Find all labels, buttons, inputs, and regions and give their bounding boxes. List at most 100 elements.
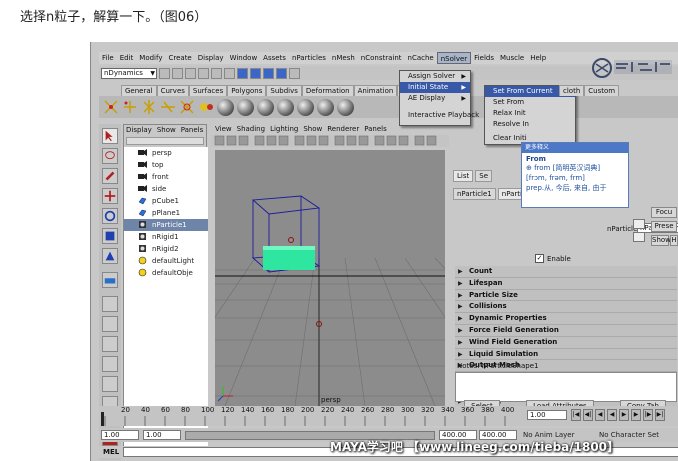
play-back-icon[interactable]: ◀ xyxy=(607,409,617,421)
nsolver-item-initial-state[interactable]: Initial State ▶ xyxy=(400,82,470,93)
popup-header[interactable]: 更多释义 xyxy=(522,143,628,153)
outliner-menu-panels[interactable]: Panels xyxy=(181,125,204,136)
constraint-icon[interactable] xyxy=(179,99,195,115)
nsolver-item-interactive-playback[interactable]: Interactive Playback xyxy=(400,110,479,121)
layout-hypershade-icon[interactable] xyxy=(102,376,118,392)
ae-section-dynamic-properties[interactable]: Dynamic Properties xyxy=(455,313,677,325)
menu-nsolver[interactable]: nSolver xyxy=(436,52,472,64)
output-connection-icon[interactable] xyxy=(633,232,645,242)
shelf-tab-curves[interactable]: Curves xyxy=(156,85,189,96)
open-scene-icon[interactable] xyxy=(172,67,183,79)
outliner-item-nrigid1[interactable]: nRigid1 xyxy=(124,231,208,243)
hide-button[interactable]: H xyxy=(670,235,678,246)
outliner-item-top[interactable]: top xyxy=(124,159,208,171)
shelf-tab-subdivs[interactable]: Subdivs xyxy=(266,85,302,96)
outliner-item-pcube1[interactable]: pCube1 xyxy=(124,195,208,207)
viewport-menu-show[interactable]: Show xyxy=(303,124,322,135)
collider-icon[interactable] xyxy=(160,99,176,115)
sphere-2-icon[interactable] xyxy=(237,98,254,116)
menu-help[interactable]: Help xyxy=(527,52,549,64)
menu-window[interactable]: Window xyxy=(227,52,261,64)
ae-section-force-field-generation[interactable]: Force Field Generation xyxy=(455,325,677,337)
ae-section-liquid-simulation[interactable]: Liquid Simulation xyxy=(455,349,677,361)
viewport-menu-view[interactable]: View xyxy=(215,124,232,135)
ae-section-collisions[interactable]: Collisions xyxy=(455,301,677,314)
emitter-icon[interactable] xyxy=(122,99,138,115)
outliner-item-front[interactable]: front xyxy=(124,171,208,183)
step-back-icon[interactable]: ◀ xyxy=(595,409,605,421)
shelf-tab-general[interactable]: General xyxy=(121,85,157,96)
outliner-item-nrigid2[interactable]: nRigid2 xyxy=(124,243,208,255)
paint-select-icon[interactable] xyxy=(102,168,118,184)
nsolver-item-ae-display[interactable]: AE Display ▶ xyxy=(400,93,470,104)
outliner-item-pplane1[interactable]: pPlane1 xyxy=(124,207,208,219)
initial-state-item-resolve-in[interactable]: Resolve In xyxy=(485,119,575,130)
range-start-field[interactable]: 1.00 xyxy=(101,430,139,440)
mode-combo[interactable]: nDynamics xyxy=(101,67,157,79)
outliner-search[interactable] xyxy=(126,137,204,145)
shelf-tab-deformation[interactable]: Deformation xyxy=(301,85,354,96)
initial-state-item-relax-init[interactable]: Relax Init xyxy=(485,108,575,119)
snap-point-icon[interactable] xyxy=(263,67,274,79)
move-tool-icon[interactable] xyxy=(102,188,118,204)
go-end-icon[interactable]: ▶| xyxy=(655,409,665,421)
viewport-menu-lighting[interactable]: Lighting xyxy=(270,124,298,135)
select-tool-icon[interactable] xyxy=(102,128,118,144)
snap-grid-icon[interactable] xyxy=(237,67,248,79)
ae-section-count[interactable]: Count xyxy=(455,266,677,278)
ae-tab-nparticle1[interactable]: nParticle1 xyxy=(453,188,496,200)
play-icon[interactable]: ▶ xyxy=(619,409,629,421)
select-object-icon[interactable] xyxy=(211,67,222,79)
outliner-item-nparticle1[interactable]: nParticle1 xyxy=(124,219,208,231)
outliner-item-persp[interactable]: persp xyxy=(124,147,208,159)
select-hierarchy-icon[interactable] xyxy=(198,67,209,79)
playback-start-field[interactable]: 1.00 xyxy=(143,430,181,440)
history-icon[interactable] xyxy=(289,67,300,79)
ae-top-tab-list[interactable]: List xyxy=(453,170,474,182)
layout-persp-outliner-icon[interactable] xyxy=(102,336,118,352)
viewport-menu-renderer[interactable]: Renderer xyxy=(327,124,359,135)
outliner-item-defaultlight[interactable]: defaultLight xyxy=(124,255,208,267)
shelf-tab-cloth[interactable]: cloth xyxy=(559,85,585,96)
viewport-menu-panels[interactable]: Panels xyxy=(364,124,387,135)
menu-nmesh[interactable]: nMesh xyxy=(329,52,358,64)
outliner-menu-display[interactable]: Display xyxy=(126,125,152,136)
lasso-tool-icon[interactable] xyxy=(102,148,118,164)
layout-four-icon[interactable] xyxy=(102,316,118,332)
shelf-tab-polygons[interactable]: Polygons xyxy=(227,85,267,96)
shelf-tab-custom[interactable]: Custom xyxy=(584,85,620,96)
manipulator-icon[interactable] xyxy=(102,248,118,264)
step-forward-key-icon[interactable]: |▶ xyxy=(643,409,653,421)
rotate-tool-icon[interactable] xyxy=(102,208,118,224)
sphere-3-icon[interactable] xyxy=(257,98,274,116)
outliner-menu-show[interactable]: Show xyxy=(157,125,176,136)
menu-muscle[interactable]: Muscle xyxy=(497,52,527,64)
air-field-icon[interactable] xyxy=(198,99,214,115)
menu-create[interactable]: Create xyxy=(165,52,194,64)
menu-display[interactable]: Display xyxy=(195,52,227,64)
ae-section-particle-size[interactable]: Particle Size xyxy=(455,290,677,302)
ae-top-tab-se[interactable]: Se xyxy=(475,170,492,182)
sphere-1-icon[interactable] xyxy=(217,98,234,116)
menu-file[interactable]: File xyxy=(99,52,117,64)
nsolver-item-assign-solver[interactable]: Assign Solver ▶ xyxy=(400,71,470,82)
sphere-7-icon[interactable] xyxy=(337,98,354,116)
step-back-key-icon[interactable]: ◀| xyxy=(583,409,593,421)
last-tool-icon[interactable] xyxy=(102,272,118,288)
current-frame-field[interactable]: 1.00 xyxy=(527,410,567,420)
show-button[interactable]: Show xyxy=(651,235,671,246)
scale-tool-icon[interactable] xyxy=(102,228,118,244)
menu-edit[interactable]: Edit xyxy=(117,52,137,64)
viewport-menu-shading[interactable]: Shading xyxy=(237,124,265,135)
new-scene-icon[interactable] xyxy=(159,67,170,79)
shelf-tab-surfaces[interactable]: Surfaces xyxy=(188,85,228,96)
menu-nconstraint[interactable]: nConstraint xyxy=(358,52,405,64)
sphere-4-icon[interactable] xyxy=(277,98,294,116)
notes-textarea[interactable] xyxy=(455,372,677,402)
snap-curve-icon[interactable] xyxy=(250,67,261,79)
select-component-icon[interactable] xyxy=(224,67,235,79)
menu-ncache[interactable]: nCache xyxy=(405,52,437,64)
menu-nparticles[interactable]: nParticles xyxy=(289,52,329,64)
fill-object-icon[interactable] xyxy=(141,99,157,115)
initial-state-item-set-from[interactable]: Set From xyxy=(485,97,575,108)
